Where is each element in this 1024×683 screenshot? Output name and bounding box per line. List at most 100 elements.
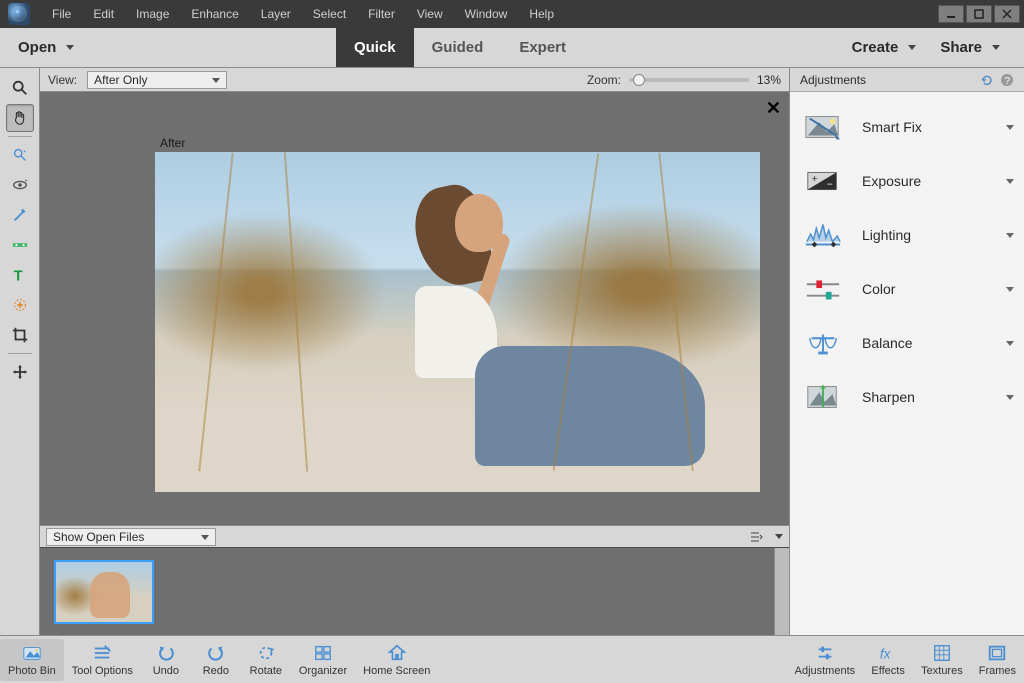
adj-label: Lighting <box>862 227 911 243</box>
whiten-teeth-tool[interactable] <box>6 201 34 229</box>
create-button[interactable]: Create <box>842 39 927 56</box>
minimize-button[interactable] <box>938 5 964 23</box>
chevron-down-icon <box>992 45 1000 50</box>
adj-label: Smart Fix <box>862 119 922 135</box>
btool-label: Rotate <box>250 665 282 677</box>
menu-bar: File Edit Image Enhance Layer Select Fil… <box>0 0 1024 28</box>
tool-separator <box>8 353 32 354</box>
zoom-value: 13% <box>757 73 781 87</box>
center-panel: View: After Only Zoom: 13% ✕ After <box>40 68 789 635</box>
menu-image[interactable]: Image <box>126 3 179 25</box>
create-share-group: Create Share <box>828 28 1024 67</box>
zoom-label: Zoom: <box>587 73 621 87</box>
btool-label: Organizer <box>299 665 347 677</box>
adj-label: Exposure <box>862 173 921 189</box>
btool-undo[interactable]: Undo <box>141 639 191 681</box>
close-button[interactable] <box>994 5 1020 23</box>
open-files-value: Show Open Files <box>53 530 144 544</box>
exposure-icon: +− <box>804 166 842 196</box>
eye-tool[interactable]: + <box>6 171 34 199</box>
view-dropdown[interactable]: After Only <box>87 71 227 89</box>
open-button[interactable]: Open <box>0 28 92 67</box>
btool-rotate[interactable]: Rotate <box>241 639 291 681</box>
adj-label: Color <box>862 281 895 297</box>
canvas[interactable]: ✕ After <box>40 92 789 525</box>
help-icon[interactable]: ? <box>1000 73 1014 87</box>
close-document-icon[interactable]: ✕ <box>766 98 781 119</box>
menu-file[interactable]: File <box>42 3 81 25</box>
crop-tool[interactable] <box>6 321 34 349</box>
adj-lighting[interactable]: Lighting <box>790 208 1024 262</box>
menu-view[interactable]: View <box>407 3 453 25</box>
svg-text:+: + <box>812 174 818 185</box>
zoom-tool[interactable] <box>6 74 34 102</box>
btool-frames[interactable]: Frames <box>971 639 1024 681</box>
btool-label: Frames <box>979 665 1016 677</box>
adj-sharpen[interactable]: Sharpen <box>790 370 1024 424</box>
chevron-down-icon <box>1006 179 1014 184</box>
btool-label: Home Screen <box>363 665 430 677</box>
move-tool[interactable] <box>6 358 34 386</box>
reset-icon[interactable] <box>980 73 994 87</box>
view-bar: View: After Only Zoom: 13% <box>40 68 789 92</box>
chevron-down-icon <box>66 45 74 50</box>
btool-adjustments[interactable]: Adjustments <box>787 639 864 681</box>
chevron-down-icon <box>1006 287 1014 292</box>
btool-home-screen[interactable]: Home Screen <box>355 639 438 681</box>
adj-smart-fix[interactable]: Smart Fix <box>790 100 1024 154</box>
toolbox: + T <box>0 68 40 635</box>
adj-label: Balance <box>862 335 913 351</box>
thumbnail-item[interactable] <box>54 560 154 624</box>
menu-window[interactable]: Window <box>455 3 518 25</box>
chevron-down-icon <box>1006 125 1014 130</box>
btool-label: Textures <box>921 665 963 677</box>
list-menu-icon[interactable] <box>749 530 763 544</box>
zoom-slider[interactable] <box>629 78 749 82</box>
right-panel-header: Adjustments ? <box>790 68 1024 92</box>
btool-redo[interactable]: Redo <box>191 639 241 681</box>
color-icon <box>804 274 842 304</box>
adj-balance[interactable]: Balance <box>790 316 1024 370</box>
share-button[interactable]: Share <box>930 39 1010 56</box>
tool-separator <box>8 136 32 137</box>
tab-expert[interactable]: Expert <box>501 28 584 67</box>
btool-label: Undo <box>153 665 179 677</box>
photo-preview <box>155 152 760 492</box>
menu-layer[interactable]: Layer <box>251 3 301 25</box>
btool-tool-options[interactable]: Tool Options <box>64 639 141 681</box>
open-files-dropdown[interactable]: Show Open Files <box>46 528 216 546</box>
menu-help[interactable]: Help <box>519 3 564 25</box>
straighten-tool[interactable] <box>6 231 34 259</box>
type-tool[interactable]: T <box>6 261 34 289</box>
chevron-down-icon[interactable] <box>775 534 783 539</box>
btool-textures[interactable]: Textures <box>913 639 971 681</box>
adj-color[interactable]: Color <box>790 262 1024 316</box>
menu-enhance[interactable]: Enhance <box>181 3 248 25</box>
btool-photo-bin[interactable]: Photo Bin <box>0 639 64 681</box>
lighting-icon <box>804 220 842 250</box>
bottom-bar: Photo Bin Tool Options Undo Redo Rotate … <box>0 635 1024 683</box>
view-dropdown-value: After Only <box>94 73 147 87</box>
zoom-group: Zoom: 13% <box>587 73 781 87</box>
menu-bar-left: File Edit Image Enhance Layer Select Fil… <box>4 3 564 25</box>
right-panel: Adjustments ? Smart Fix +− Exposure Ligh… <box>789 68 1024 635</box>
hand-tool[interactable] <box>6 104 34 132</box>
btool-organizer[interactable]: Organizer <box>291 639 355 681</box>
menu-filter[interactable]: Filter <box>358 3 405 25</box>
adj-exposure[interactable]: +− Exposure <box>790 154 1024 208</box>
mode-tabs: Quick Guided Expert <box>336 28 584 67</box>
btool-label: Tool Options <box>72 665 133 677</box>
svg-text:−: − <box>827 180 833 191</box>
menu-select[interactable]: Select <box>303 3 356 25</box>
open-files-bar: Show Open Files <box>40 525 789 547</box>
svg-text:+: + <box>24 178 27 184</box>
chevron-down-icon <box>1006 395 1014 400</box>
zoom-slider-thumb[interactable] <box>633 74 645 86</box>
tab-guided[interactable]: Guided <box>414 28 502 67</box>
spot-heal-tool[interactable] <box>6 291 34 319</box>
menu-edit[interactable]: Edit <box>83 3 124 25</box>
tab-quick[interactable]: Quick <box>336 28 414 67</box>
maximize-button[interactable] <box>966 5 992 23</box>
quick-select-tool[interactable] <box>6 141 34 169</box>
btool-effects[interactable]: fx Effects <box>863 639 913 681</box>
